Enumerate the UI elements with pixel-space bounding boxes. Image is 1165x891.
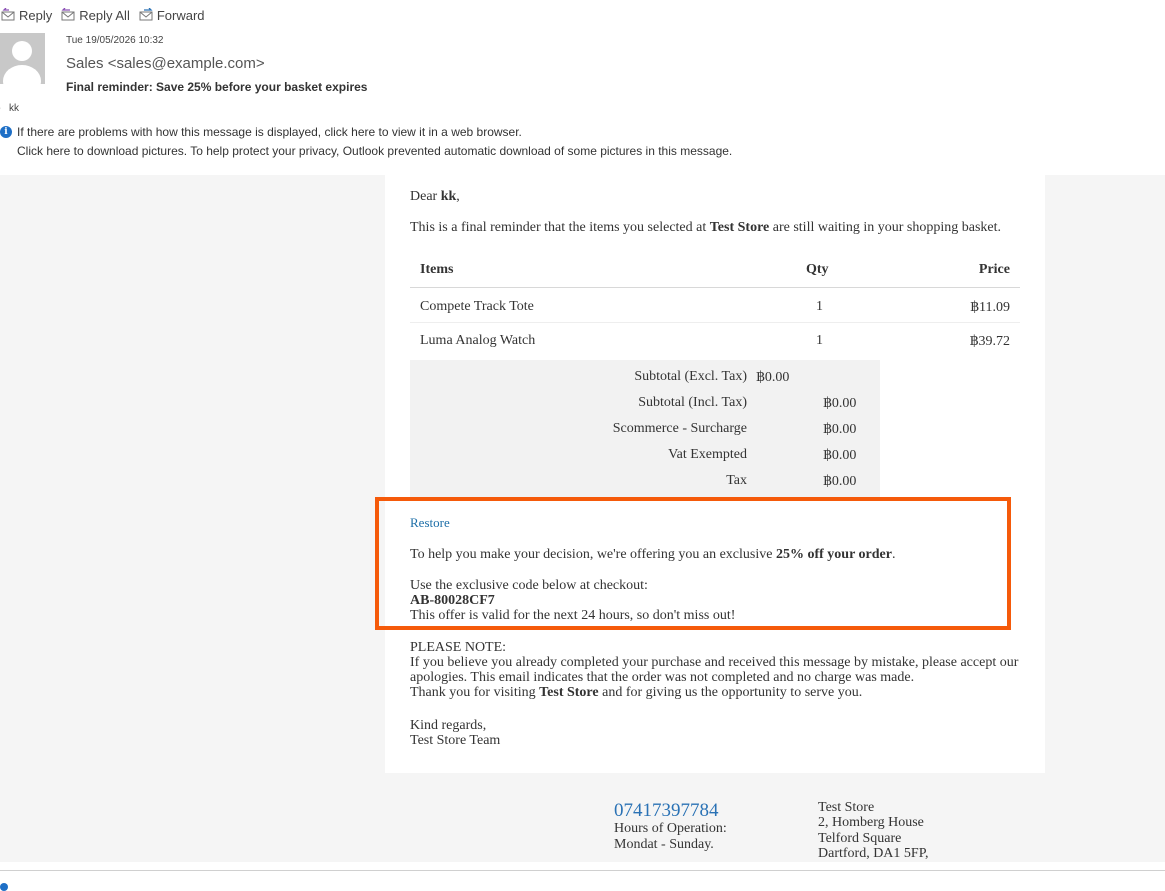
table-header-divider — [410, 287, 1020, 288]
totals-label: Subtotal (Incl. Tax) — [638, 395, 747, 410]
item-qty: 1 — [816, 333, 823, 348]
reply-icon — [1, 8, 15, 21]
reply-all-icon — [61, 8, 75, 21]
table-header-qty: Qty — [806, 262, 829, 277]
footer-address-line: 2, Homberg House — [818, 815, 924, 830]
infobar-line1: If there are problems with how this mess… — [17, 125, 522, 139]
table-header-items: Items — [420, 262, 454, 277]
footer-hours-label: Hours of Operation: — [614, 821, 727, 836]
intro-part-1: This is a final reminder that the items … — [410, 220, 710, 235]
note-line-3-part-2: and for giving us the opportunity to ser… — [598, 685, 863, 700]
intro-text: This is a final reminder that the items … — [410, 220, 1001, 236]
person-icon — [3, 41, 41, 84]
note-title: PLEASE NOTE: — [410, 640, 507, 655]
item-name: Luma Analog Watch — [420, 333, 536, 348]
note-line-2: apologies. This email indicates that the… — [410, 670, 915, 685]
forward-button[interactable]: Forward — [138, 8, 205, 23]
totals-label: Tax — [726, 473, 747, 488]
reply-all-label: Reply All — [79, 7, 130, 23]
note-line-3: Thank you for visiting Test Store and fo… — [410, 685, 862, 701]
greeting: Dear kk, — [410, 189, 460, 205]
forward-label: Forward — [156, 7, 205, 23]
reply-button[interactable]: Reply — [0, 8, 52, 23]
totals-value: ฿0.00 — [756, 370, 790, 385]
message-toolbar: Reply Reply All Forward — [0, 6, 213, 24]
table-row-divider — [410, 322, 1020, 323]
forward-icon — [139, 8, 153, 21]
item-price: ฿11.09 — [970, 300, 1010, 315]
to-label: To — [0, 103, 6, 114]
totals-value: ฿0.00 — [823, 396, 857, 411]
totals-value: ฿0.00 — [823, 448, 857, 463]
note-line-3-part-1: Thank you for visiting — [410, 685, 540, 700]
footer-address-line: Dartford, DA1 5FP, — [818, 846, 929, 861]
item-price: ฿39.72 — [969, 334, 1010, 349]
greeting-suffix: , — [456, 189, 460, 204]
totals-value: ฿0.00 — [823, 422, 857, 437]
item-qty: 1 — [816, 299, 823, 314]
note-line-1: If you believe you already completed you… — [410, 655, 1019, 670]
message-date: Tue 19/05/2026 10:32 — [66, 35, 164, 46]
info-icon: i — [0, 126, 12, 138]
footer-hours-value: Mondat - Sunday. — [614, 837, 714, 852]
sender-avatar — [0, 33, 45, 84]
to-recipient[interactable]: kk — [9, 103, 19, 114]
signature-team: Test Store Team — [410, 733, 501, 748]
intro-part-2: are still waiting in your shopping baske… — [769, 220, 1001, 235]
intro-store-name: Test Store — [709, 220, 770, 235]
totals-label: Scommerce - Surcharge — [612, 421, 747, 436]
item-name: Compete Track Tote — [420, 299, 534, 314]
recipient-line: Tokk — [0, 103, 19, 114]
reply-label: Reply — [19, 7, 53, 23]
sender[interactable]: Sales <sales@example.com> — [66, 55, 265, 72]
totals-label: Subtotal (Excl. Tax) — [634, 369, 747, 384]
note-store-name: Test Store — [539, 685, 599, 700]
offer-highlight-box — [375, 497, 1011, 630]
footer-address-line: Telford Square — [818, 831, 902, 846]
footer-address-line: Test Store — [818, 800, 875, 815]
totals-value: ฿0.00 — [823, 474, 857, 489]
totals-label: Vat Exempted — [668, 447, 747, 462]
greeting-prefix: Dear — [410, 189, 441, 204]
reply-all-button[interactable]: Reply All — [60, 8, 130, 23]
footer-phone[interactable]: 07417397784 — [614, 800, 719, 822]
greeting-name: kk — [440, 189, 457, 204]
regards: Kind regards, — [410, 718, 487, 733]
message-subject: Final reminder: Save 25% before your bas… — [66, 80, 368, 94]
email-card: Dear kk, This is a final reminder that t… — [385, 175, 1045, 773]
infobar-browser-notice[interactable]: i If there are problems with how this me… — [0, 125, 522, 139]
infobar-download-pictures[interactable]: Click here to download pictures. To help… — [17, 144, 732, 158]
status-icon — [0, 883, 8, 891]
table-header-price: Price — [978, 262, 1010, 277]
bottom-divider — [0, 870, 1165, 871]
